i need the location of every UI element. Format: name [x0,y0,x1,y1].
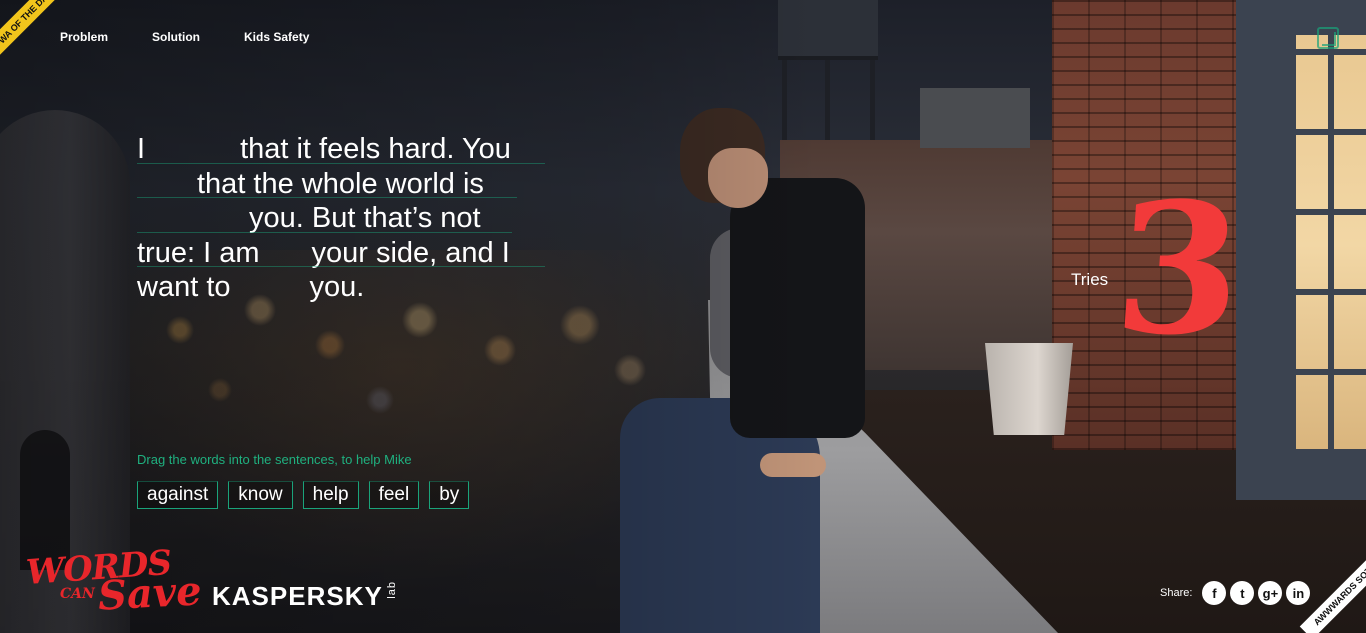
nav-solution[interactable]: Solution [152,30,200,44]
facebook-icon[interactable]: f [1202,581,1227,605]
word-bank: against know help feel by [137,481,470,509]
word-tile-help[interactable]: help [302,481,359,509]
main-nav: Problem Solution Kids Safety [60,30,309,44]
word-drop-zone[interactable] [231,268,310,296]
sentence-line: that the whole world is [137,165,547,200]
kaspersky-logo[interactable]: KASPERSKY lab [212,581,398,612]
sentence-text: that it feels hard. You [240,133,511,165]
sentence-line: you. But that’s not [137,199,547,234]
sentence-text: I [137,133,146,165]
word-tile-by[interactable]: by [429,481,470,509]
linkedin-icon[interactable]: in [1286,581,1311,605]
word-tile-against[interactable]: against [137,481,219,509]
words-can-save-logo[interactable]: WORDS CAN Save [25,543,203,620]
tries-count: 3 [1108,164,1249,375]
twitter-icon[interactable]: t [1230,581,1255,605]
sentence-text: true: I am [137,236,260,269]
sentence-line: true: I am your side, and I [137,234,547,269]
share-bar: Share: f t g+ in [1160,581,1311,605]
sentence-passage: I that it feels hard. You that the whole… [137,130,547,303]
sentence-line: I that it feels hard. You [137,130,547,165]
word-drop-zone[interactable] [145,130,240,158]
word-tile-feel[interactable]: feel [368,481,420,509]
sentence-text: that the whole world is [197,167,484,200]
nav-kids-safety[interactable]: Kids Safety [244,30,309,44]
word-drop-zone[interactable] [137,199,249,227]
sentence-text: want to [137,271,231,303]
word-drop-zone[interactable] [137,165,197,193]
word-tile-know[interactable]: know [228,481,293,509]
sentence-text: you. [309,271,365,303]
tries-label: Tries [1071,270,1109,289]
instructions-text: Drag the words into the sentences, to he… [137,452,412,467]
word-drop-zone[interactable] [260,234,312,262]
share-label: Share: [1160,587,1193,599]
nav-problem[interactable]: Problem [60,30,108,44]
sentence-line: want to you. [137,268,547,303]
sentence-text: you. But that’s not [249,202,481,234]
google-plus-icon[interactable]: g+ [1258,581,1283,605]
sentence-text: your side, and I [311,236,510,269]
external-link-icon[interactable] [1317,27,1339,49]
